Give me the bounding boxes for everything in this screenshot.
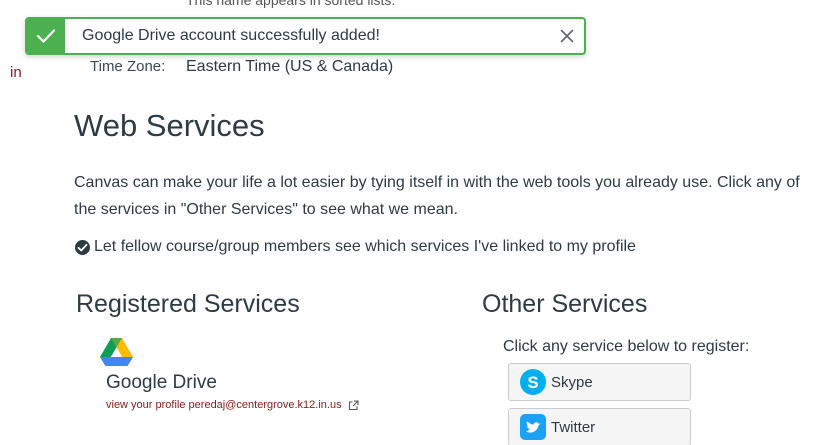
close-icon — [560, 29, 574, 43]
timezone-value: Eastern Time (US & Canada) — [186, 58, 394, 75]
view-profile-link-text[interactable]: view your profile — [106, 399, 185, 411]
checkmark-icon — [27, 19, 65, 53]
share-services-label: Let fellow course/group members see whic… — [94, 238, 636, 255]
web-services-heading: Web Services — [74, 108, 265, 143]
twitter-label: Twitter — [551, 418, 596, 436]
skype-icon: S — [519, 368, 547, 396]
svg-text:S: S — [527, 373, 538, 392]
skype-service-button[interactable]: S Skype — [508, 363, 691, 401]
sidebar-link-fragment[interactable]: in — [10, 64, 22, 81]
registered-services-heading: Registered Services — [76, 290, 300, 318]
checkbox-checked-icon[interactable] — [74, 239, 91, 256]
sorted-name-hint: This name appears in sorted lists. — [186, 0, 396, 8]
google-drive-profile-link[interactable]: view your profile peredaj@centergrove.k1… — [106, 399, 359, 411]
twitter-icon — [519, 413, 547, 441]
profile-settings-page: This name appears in sorted lists. in Ti… — [0, 0, 827, 445]
skype-label: Skype — [551, 373, 593, 391]
web-services-description: Canvas can make your life a lot easier b… — [74, 174, 800, 218]
success-toast: Google Drive account successfully added! — [25, 17, 586, 55]
other-services-heading: Other Services — [482, 290, 648, 318]
timezone-label: Time Zone: — [90, 58, 166, 75]
toast-message: Google Drive account successfully added! — [82, 27, 380, 44]
google-drive-account[interactable]: peredaj@centergrove.k12.in.us — [189, 399, 342, 411]
external-link-icon — [348, 399, 359, 411]
google-drive-icon — [100, 338, 133, 371]
register-hint: Click any service below to register: — [503, 338, 750, 355]
close-toast-button[interactable] — [550, 19, 584, 53]
google-drive-service-name: Google Drive — [106, 372, 217, 393]
share-services-option[interactable]: Let fellow course/group members see whic… — [74, 238, 636, 256]
twitter-service-button[interactable]: Twitter — [508, 408, 691, 445]
